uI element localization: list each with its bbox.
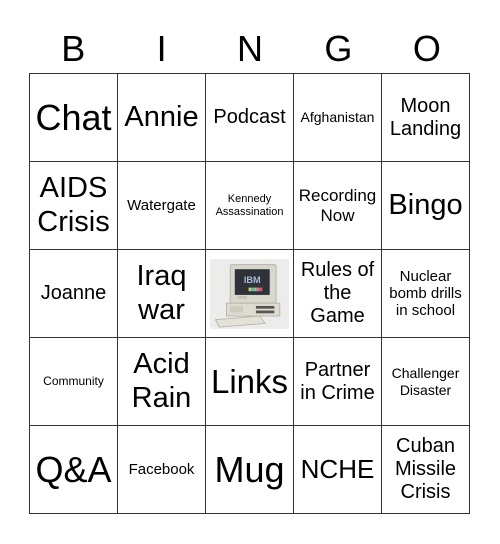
bingo-cell[interactable]: Annie <box>118 74 206 162</box>
bingo-grid: Chat Annie Podcast Afghanistan Moon Land… <box>29 73 470 514</box>
bingo-cell[interactable]: Podcast <box>206 74 294 162</box>
bingo-cell[interactable]: Iraq war <box>118 250 206 338</box>
bingo-cell[interactable]: Rules of the Game <box>294 250 382 338</box>
bingo-cell[interactable]: Nuclear bomb drills in school <box>382 250 470 338</box>
header-letter-i: I <box>156 28 167 69</box>
bingo-cell[interactable]: Recording Now <box>294 162 382 250</box>
computer-image: IBM <box>210 258 289 329</box>
bingo-cell[interactable]: Kennedy Assassination <box>206 162 294 250</box>
bingo-cell[interactable]: Chat <box>30 74 118 162</box>
bingo-cell[interactable]: Partner in Crime <box>294 338 382 426</box>
bingo-cell[interactable]: Afghanistan <box>294 74 382 162</box>
bingo-cell[interactable]: Cuban Missile Crisis <box>382 426 470 514</box>
ibm-logo: IBM <box>244 274 261 284</box>
bingo-cell[interactable]: Bingo <box>382 162 470 250</box>
bingo-cell[interactable]: Moon Landing <box>382 74 470 162</box>
header-letter-g: G <box>324 28 353 69</box>
bingo-cell[interactable]: Community <box>30 338 118 426</box>
header-letter-n: N <box>237 28 264 69</box>
bingo-cell[interactable]: Acid Rain <box>118 338 206 426</box>
free-space-cell[interactable]: IBM <box>206 250 294 338</box>
bingo-header: B I N G O <box>29 25 471 73</box>
bingo-cell[interactable]: Watergate <box>118 162 206 250</box>
bingo-cell[interactable]: AIDS Crisis <box>30 162 118 250</box>
bingo-cell[interactable]: Mug <box>206 426 294 514</box>
header-letter-b: B <box>61 28 86 69</box>
bingo-cell[interactable]: NCHE <box>294 426 382 514</box>
bingo-cell[interactable]: Links <box>206 338 294 426</box>
bingo-cell[interactable]: Facebook <box>118 426 206 514</box>
bingo-cell[interactable]: Q&A <box>30 426 118 514</box>
bingo-cell[interactable]: Challenger Disaster <box>382 338 470 426</box>
header-letter-o: O <box>412 28 441 69</box>
bingo-cell[interactable]: Joanne <box>30 250 118 338</box>
